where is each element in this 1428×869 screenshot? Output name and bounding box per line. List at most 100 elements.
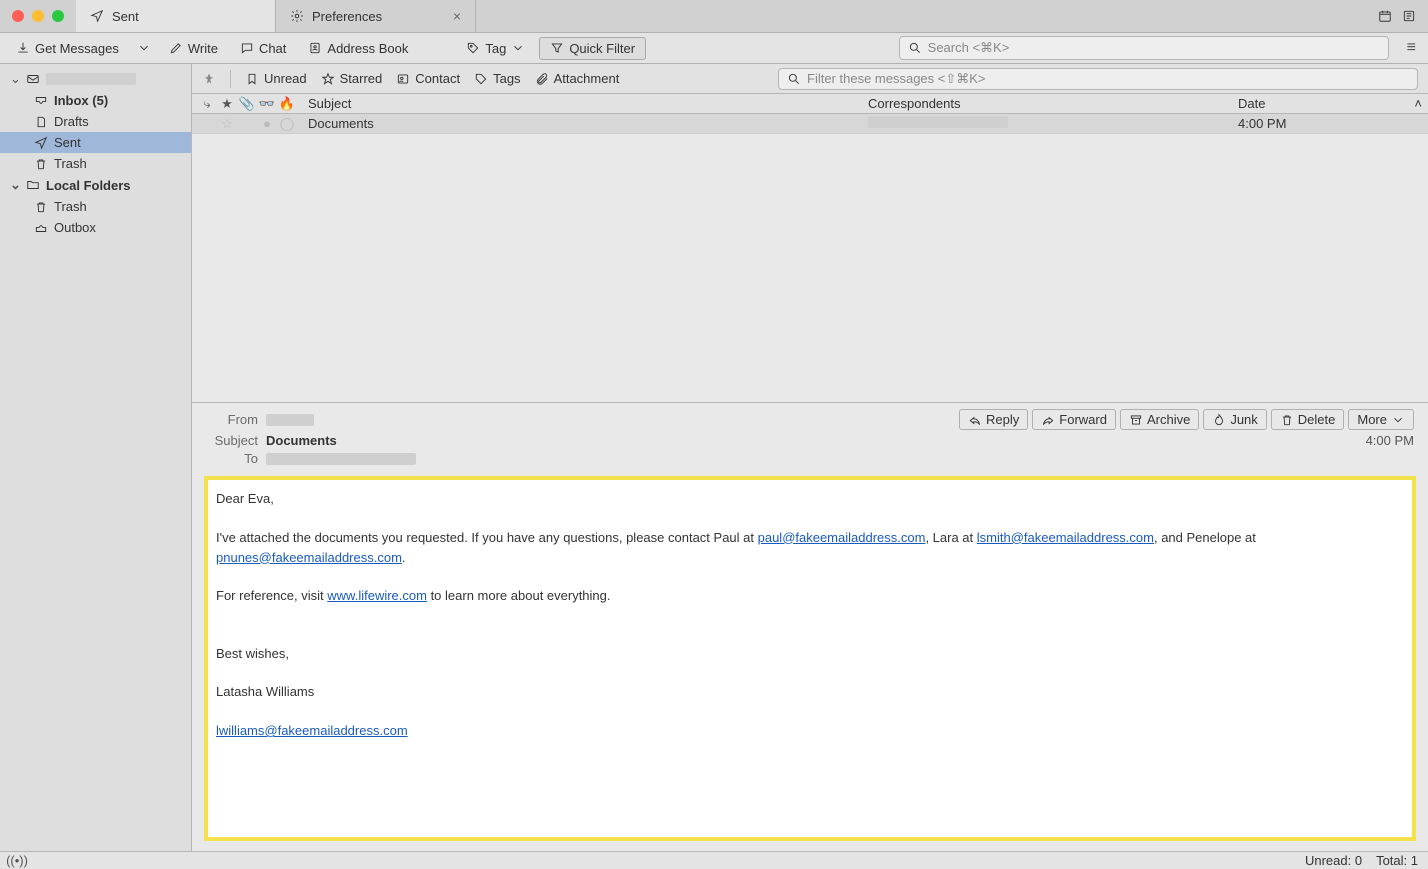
tag-icon [466,41,480,55]
account-name-redacted [46,73,136,85]
main-toolbar: Get Messages Write Chat Address Book Tag… [0,33,1428,64]
folder-local-trash[interactable]: Trash [0,196,191,217]
search-icon [908,41,922,55]
folder-label: Trash [54,199,87,214]
tab-bar: Sent Preferences × [0,0,1428,33]
status-total: Total: 1 [1376,853,1418,868]
chevron-down-icon [137,41,151,55]
chevron-down-icon [511,41,525,55]
email-link-lsmith[interactable]: lsmith@fakeemailaddress.com [977,530,1154,545]
filter-starred[interactable]: Starred [321,71,383,86]
star-icon[interactable]: ★ [220,97,234,111]
email-link-pnunes[interactable]: pnunes@fakeemailaddress.com [216,550,402,565]
tag-button[interactable]: Tag [458,38,533,59]
correspondent-redacted [868,116,1008,128]
local-folders-root[interactable]: ⌄ Local Folders [0,174,191,196]
folder-icon [26,178,40,192]
thread-icon[interactable]: ⤷ [200,97,214,111]
paperclip-icon[interactable]: 📎 [240,97,254,111]
read-icon[interactable]: 👓 [260,97,274,111]
folder-label: Drafts [54,114,89,129]
star-icon[interactable]: ☆ [220,117,234,131]
calendar-icon[interactable] [1378,9,1392,23]
folder-inbox[interactable]: Inbox (5) [0,90,191,111]
column-correspondents[interactable]: Correspondents [868,96,1238,111]
status-unread: Unread: 0 [1305,853,1362,868]
more-button[interactable]: More [1348,409,1414,430]
quick-filter-label: Quick Filter [569,41,635,56]
junk-icon[interactable]: ◯ [280,117,294,131]
filter-contact[interactable]: Contact [396,71,460,86]
tab-preferences[interactable]: Preferences × [276,0,476,32]
email-link-signature[interactable]: lwilliams@fakeemailaddress.com [216,723,408,738]
contact-icon [396,72,410,86]
delete-button[interactable]: Delete [1271,409,1345,430]
address-book-button[interactable]: Address Book [300,38,416,59]
to-label: To [206,451,258,466]
column-subject[interactable]: Subject [302,96,868,111]
reply-icon [968,413,982,427]
address-book-icon [308,41,322,55]
get-messages-button[interactable]: Get Messages [8,38,127,59]
forward-button[interactable]: Forward [1032,409,1116,430]
message-time: 4:00 PM [1366,433,1414,448]
window-controls [0,0,76,32]
read-dot-icon[interactable]: ● [260,117,274,131]
write-button[interactable]: Write [161,38,226,59]
activity-icon: ((•)) [10,854,24,868]
filter-messages-input[interactable]: Filter these messages <⇧⌘K> [778,68,1418,90]
pin-icon[interactable] [202,72,216,86]
column-date[interactable]: Date˄ [1238,96,1428,111]
trash-icon [34,200,48,214]
get-messages-label: Get Messages [35,41,119,56]
tab-sent[interactable]: Sent [76,0,276,32]
zoom-window-button[interactable] [52,10,64,22]
chat-button[interactable]: Chat [232,38,294,59]
archive-button[interactable]: Archive [1120,409,1199,430]
folder-trash[interactable]: Trash [0,153,191,174]
folder-label: Sent [54,135,81,150]
chat-icon [240,41,254,55]
get-messages-dropdown[interactable] [133,38,155,58]
paper-plane-icon [34,136,48,150]
filter-attachment[interactable]: Attachment [535,71,620,86]
search-icon [787,72,801,86]
tab-label: Preferences [312,9,382,24]
junk-icon[interactable]: 🔥 [280,97,294,111]
chat-label: Chat [259,41,286,56]
folder-sidebar: ⌄ Inbox (5) Drafts Sent Trash ⌄ Local Fo… [0,64,192,851]
folder-label: Inbox (5) [54,93,108,108]
outbox-icon [34,221,48,235]
message-date: 4:00 PM [1238,116,1286,131]
close-tab-button[interactable]: × [453,8,461,24]
minimize-window-button[interactable] [32,10,44,22]
address-book-label: Address Book [327,41,408,56]
archive-icon [1129,413,1143,427]
paperclip-icon [535,72,549,86]
tasks-icon[interactable] [1402,9,1416,23]
global-search-input[interactable]: Search <⌘K> [899,36,1389,60]
folder-outbox[interactable]: Outbox [0,217,191,238]
status-bar: ((•)) Unread: 0 Total: 1 [0,851,1428,869]
download-icon [16,41,30,55]
message-list-empty-area [192,134,1428,402]
web-link-lifewire[interactable]: www.lifewire.com [327,588,427,603]
folder-sent[interactable]: Sent [0,132,191,153]
app-menu-button[interactable]: ≡ [1403,35,1420,61]
junk-button[interactable]: Junk [1203,409,1266,430]
write-label: Write [188,41,218,56]
folder-drafts[interactable]: Drafts [0,111,191,132]
folder-label: Trash [54,156,87,171]
filter-tags[interactable]: Tags [474,71,520,86]
close-window-button[interactable] [12,10,24,22]
message-row[interactable]: ☆ ● ◯ Documents 4:00 PM [192,114,1428,134]
account-root[interactable]: ⌄ [0,68,191,90]
email-link-paul[interactable]: paul@fakeemailaddress.com [758,530,926,545]
from-label: From [206,412,258,427]
message-list-header: ⤷ ★ 📎 👓 🔥 Subject Correspondents Date˄ [192,94,1428,114]
trash-icon [34,157,48,171]
flame-icon [1212,413,1226,427]
quick-filter-button[interactable]: Quick Filter [539,37,646,60]
reply-button[interactable]: Reply [959,409,1028,430]
filter-unread[interactable]: Unread [245,71,307,86]
